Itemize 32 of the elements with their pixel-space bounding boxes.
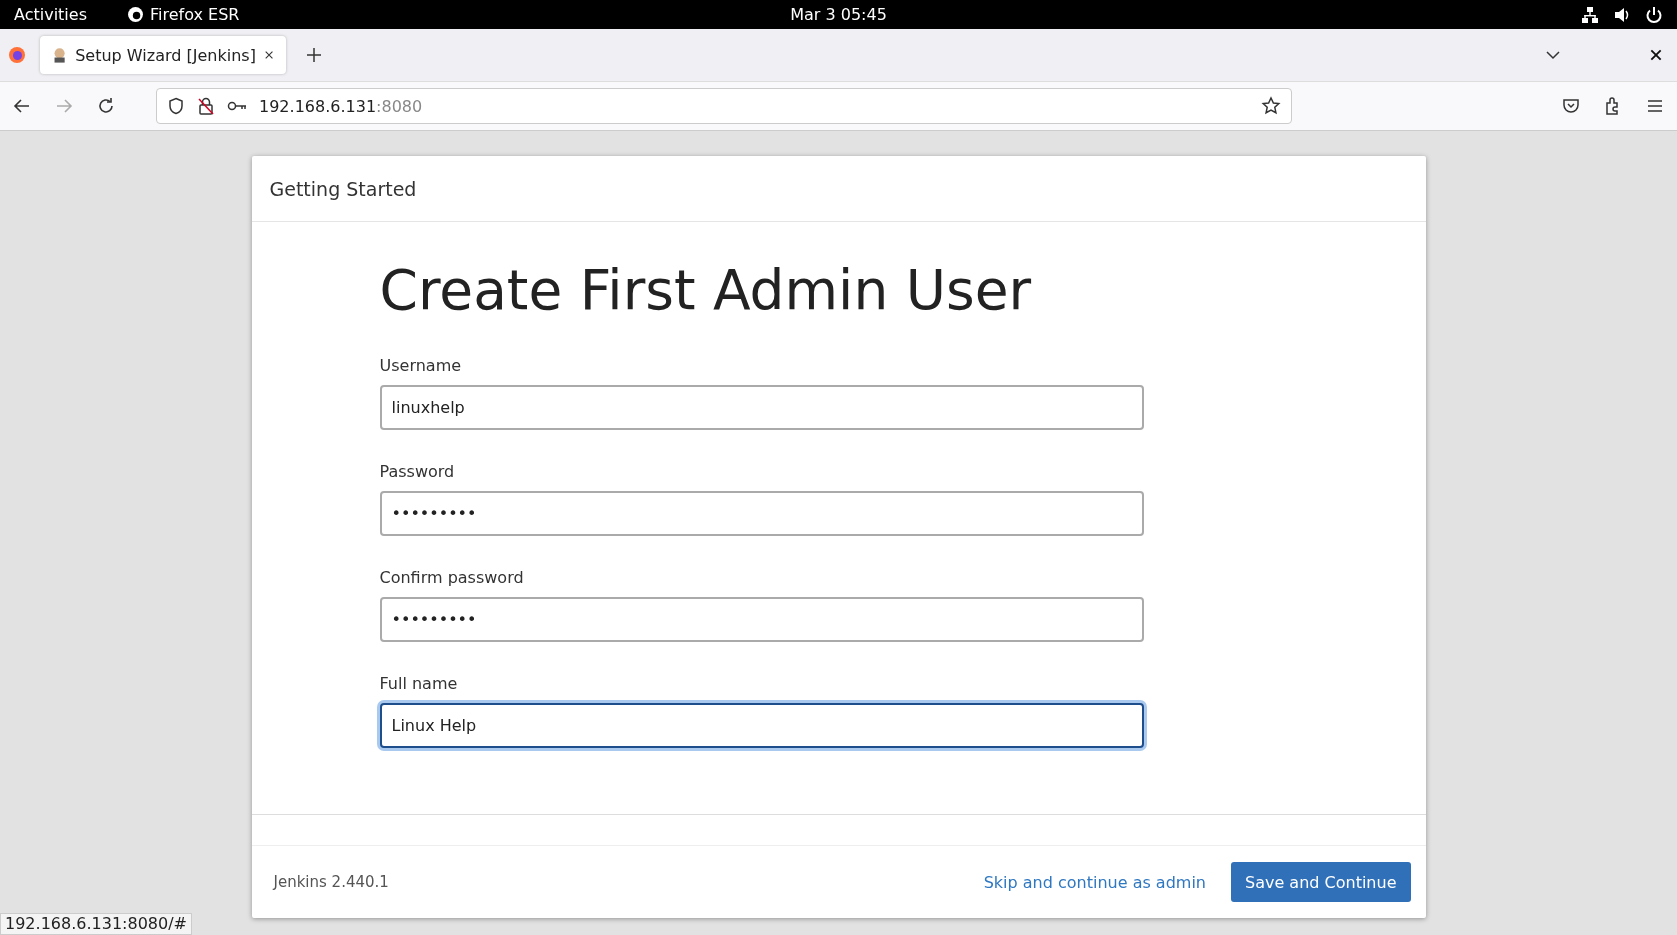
input-field[interactable]: Linux Help <box>379 703 1144 748</box>
status-url: 192.168.6.131:8080/# <box>0 913 192 935</box>
close-icon[interactable] <box>263 49 274 61</box>
field-label: Confirm password <box>379 568 525 587</box>
version-label: Jenkins 2.440.1 <box>273 873 389 891</box>
pocket-icon[interactable] <box>1561 96 1581 116</box>
input-field[interactable]: ••••••••• <box>379 491 1144 536</box>
save-button[interactable]: Save and Continue <box>1231 862 1411 902</box>
shield-icon <box>167 97 185 115</box>
clock[interactable]: Mar 3 05:45 <box>790 5 887 24</box>
address-bar[interactable]: 192.168.6.131:8080 <box>156 88 1292 124</box>
input-field[interactable]: ••••••••• <box>379 597 1144 642</box>
field-label: Full name <box>379 674 459 693</box>
page-title: Create First Admin User <box>379 257 1033 324</box>
network-icon[interactable] <box>1581 5 1599 24</box>
power-icon[interactable] <box>1645 5 1663 24</box>
app-name[interactable]: Firefox ESR <box>150 5 240 24</box>
url-text: 192.168.6.131:8080 <box>259 96 423 116</box>
key-icon <box>227 99 247 113</box>
new-tab-icon[interactable] <box>306 47 322 63</box>
close-icon[interactable] <box>1649 48 1663 62</box>
input-field[interactable]: linuxhelp <box>379 385 1144 430</box>
lock-icon <box>197 97 215 115</box>
reload-icon[interactable] <box>96 96 116 116</box>
star-icon[interactable] <box>1261 96 1281 116</box>
activities-button[interactable]: Activities <box>14 5 87 24</box>
field-label: Username <box>379 356 463 375</box>
skip-link[interactable]: Skip and continue as admin <box>983 872 1206 892</box>
volume-icon[interactable] <box>1613 5 1631 24</box>
browser-tab[interactable]: Setup Wizard [Jenkins] <box>40 36 286 74</box>
field-label: Password <box>379 462 456 481</box>
panel-header: Getting Started <box>269 177 417 200</box>
